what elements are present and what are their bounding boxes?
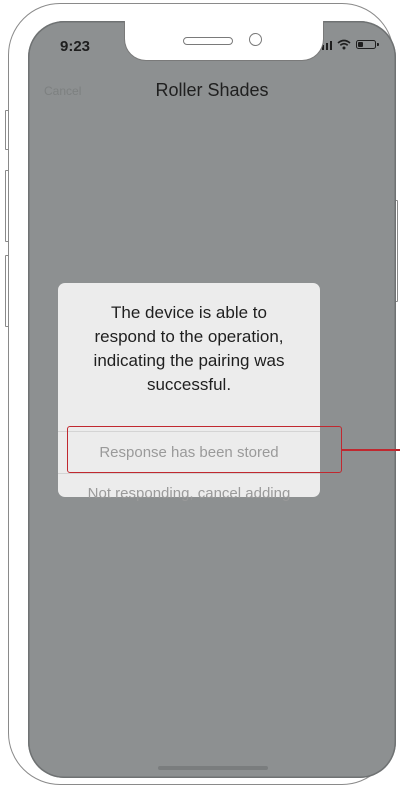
speaker-grille bbox=[183, 37, 233, 45]
front-camera bbox=[249, 33, 262, 46]
page-title: Roller Shades bbox=[155, 80, 269, 100]
wifi-icon bbox=[337, 39, 351, 50]
status-time: 9:23 bbox=[60, 38, 91, 55]
notch bbox=[124, 21, 324, 61]
callout-line bbox=[342, 449, 400, 451]
status-icons bbox=[317, 39, 379, 50]
home-indicator bbox=[158, 766, 268, 770]
dialog-divider bbox=[58, 473, 320, 474]
cancel-adding-button[interactable]: Not responding, cancel adding bbox=[58, 485, 320, 502]
battery-icon bbox=[356, 40, 379, 49]
dialog-message: The device is able to respond to the ope… bbox=[93, 303, 285, 394]
highlight-box bbox=[67, 426, 342, 473]
